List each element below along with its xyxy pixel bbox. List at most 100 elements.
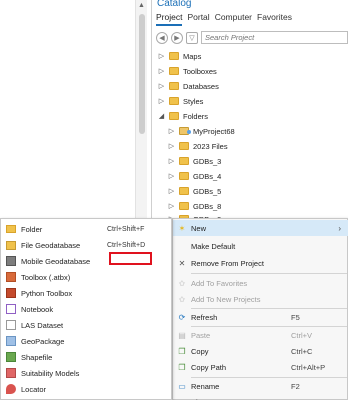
menu-item-label: Mobile Geodatabase [21, 256, 91, 266]
search-input[interactable] [205, 33, 347, 42]
left-panel: ▲ [0, 0, 152, 218]
chevron-right-icon[interactable]: ▷ [158, 97, 165, 105]
menu-item-label: Remove From Project [191, 258, 264, 268]
chevron-right-icon[interactable]: ▷ [168, 202, 175, 210]
tree-item-folders[interactable]: ◢ Folders [158, 109, 208, 123]
refresh-icon: ⟳ [178, 312, 186, 322]
mobile-geodatabase-icon [6, 256, 16, 266]
folder-icon [6, 225, 16, 233]
new-item-shapefile[interactable]: Shapefile [1, 349, 171, 365]
chevron-right-icon[interactable]: ▷ [158, 52, 165, 60]
new-submenu: Folder Ctrl+Shift+F File Geodatabase Ctr… [0, 218, 172, 400]
menu-item-refresh[interactable]: ⟳ Refresh F5 [173, 309, 348, 325]
menu-item-new[interactable]: ✶ New › [173, 220, 348, 236]
chevron-right-icon[interactable]: ▷ [158, 82, 165, 90]
tree-item-styles[interactable]: ▷ Styles [158, 94, 204, 108]
tree-item-label: GDBs_3 [193, 156, 222, 166]
submenu-arrow-icon: › [338, 223, 341, 233]
menu-item-label: Shapefile [21, 352, 53, 362]
chevron-right-icon[interactable]: ▷ [168, 187, 175, 195]
new-item-suitability-models[interactable]: Suitability Models [1, 365, 171, 381]
menu-item-label: LAS Dataset [21, 320, 64, 330]
tree-item-label: GDBs_8 [193, 201, 222, 211]
new-item-folder[interactable]: Folder Ctrl+Shift+F [1, 221, 171, 237]
chevron-right-icon[interactable]: ▷ [168, 157, 175, 165]
menu-item-add-to-new-projects[interactable]: ✩ Add To New Projects [173, 291, 348, 307]
tree-item-label: Databases [183, 81, 219, 91]
copy-path-icon: ❐ [178, 362, 186, 372]
tab-portal[interactable]: Portal [187, 12, 209, 26]
menu-separator [191, 273, 347, 274]
paste-icon: ▤ [178, 330, 186, 340]
folder-icon [179, 142, 189, 150]
folders-icon [169, 112, 179, 120]
search-box[interactable] [201, 31, 348, 44]
tab-computer[interactable]: Computer [215, 12, 252, 26]
folder-icon [179, 172, 189, 180]
new-item-locator[interactable]: Locator [1, 381, 171, 397]
toolbox-icon [6, 272, 16, 282]
menu-item-partial[interactable]: ▫ Al [173, 394, 348, 400]
new-item-python-toolbox[interactable]: Python Toolbox [1, 285, 171, 301]
chevron-right-icon[interactable]: ▷ [168, 127, 175, 135]
menu-item-copy-path[interactable]: ❐ Copy Path Ctrl+Alt+P [173, 359, 348, 375]
tree-item-databases[interactable]: ▷ Databases [158, 79, 219, 93]
tree-item-gdbs-8[interactable]: ▷ GDBs_8 [168, 199, 222, 213]
vertical-scrollbar[interactable]: ▲ [135, 0, 147, 218]
new-item-toolbox[interactable]: Toolbox (.atbx) [1, 269, 171, 285]
blank-icon [177, 241, 187, 251]
tree-item-label: Toolboxes [183, 66, 217, 76]
tree-item-label: Maps [183, 51, 202, 61]
notebook-icon [6, 304, 16, 314]
folder-icon [179, 202, 189, 210]
shortcut-label: Ctrl+V [291, 330, 313, 340]
shortcut-label: Ctrl+C [291, 346, 313, 356]
shortcut-label: Ctrl+Alt+P [291, 362, 326, 372]
menu-item-label: File Geodatabase [21, 240, 81, 250]
menu-item-label: Copy Path [191, 362, 227, 372]
menu-item-label: Make Default [191, 241, 236, 251]
tree-item-gdbs-5[interactable]: ▷ GDBs_5 [168, 184, 222, 198]
folder-icon [179, 157, 189, 165]
new-item-las-dataset[interactable]: LAS Dataset [1, 317, 171, 333]
tree-item-maps[interactable]: ▷ Maps [158, 49, 202, 63]
chevron-down-icon[interactable]: ◢ [158, 112, 165, 120]
tab-favorites[interactable]: Favorites [257, 12, 292, 26]
chevron-right-icon[interactable]: ▷ [168, 172, 175, 180]
tree-item-label: GDBs_5 [193, 186, 222, 196]
shortcut-label: Ctrl+Shift+F [107, 225, 145, 233]
database-icon [169, 82, 179, 90]
tree-item-gdbs-4[interactable]: ▷ GDBs_4 [168, 169, 222, 183]
catalog-toolbar: ◀ ▶ ▽ [156, 30, 348, 45]
menu-item-add-to-favorites[interactable]: ✩ Add To Favorites [173, 275, 348, 291]
tree-item-label: Styles [183, 96, 204, 106]
tree-item-myproject68[interactable]: ▷ MyProject68 [168, 124, 235, 138]
filter-icon[interactable]: ▽ [186, 31, 198, 44]
tree-item-2023-files[interactable]: ▷ 2023 Files [168, 139, 228, 153]
geopackage-icon [6, 336, 16, 346]
shapefile-icon [6, 352, 16, 362]
forward-icon[interactable]: ▶ [171, 31, 183, 44]
menu-item-label: New [191, 223, 207, 233]
tree-item-toolboxes[interactable]: ▷ Toolboxes [158, 64, 217, 78]
menu-item-make-default[interactable]: Make Default [173, 238, 348, 254]
menu-item-label: Paste [191, 330, 211, 340]
menu-item-remove-from-project[interactable]: ✕ Remove From Project [173, 255, 348, 271]
menu-item-rename[interactable]: ▭ Rename F2 [173, 378, 348, 394]
chevron-right-icon[interactable]: ▷ [168, 142, 175, 150]
menu-item-label: Folder [21, 224, 43, 234]
menu-item-paste[interactable]: ▤ Paste Ctrl+V [173, 327, 348, 343]
menu-item-copy[interactable]: ❐ Copy Ctrl+C [173, 343, 348, 359]
tree-item-gdbs-3[interactable]: ▷ GDBs_3 [168, 154, 222, 168]
tab-project[interactable]: Project [156, 12, 183, 26]
favorite-star-icon: ✩ [178, 294, 186, 304]
new-item-geopackage[interactable]: GeoPackage [1, 333, 171, 349]
back-icon[interactable]: ◀ [156, 31, 168, 44]
new-item-file-geodatabase[interactable]: File Geodatabase Ctrl+Shift+D [1, 237, 171, 253]
scroll-up-icon[interactable]: ▲ [138, 2, 145, 9]
new-item-notebook[interactable]: Notebook [1, 301, 171, 317]
scroll-thumb[interactable] [139, 14, 145, 134]
menu-item-label: GeoPackage [21, 336, 65, 346]
menu-item-label: Notebook [21, 304, 54, 314]
chevron-right-icon[interactable]: ▷ [158, 67, 165, 75]
